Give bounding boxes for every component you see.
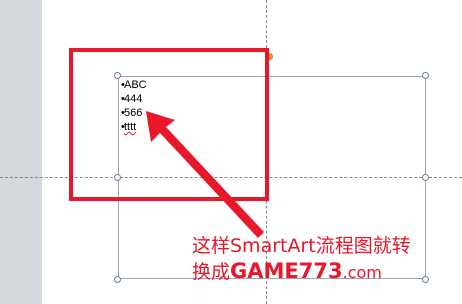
annotation-caption: 这样SmartArt流程图就转 换成GAME773.com — [192, 234, 462, 285]
watermark-domain: .com — [342, 263, 382, 282]
caption-line-1: 这样SmartArt流程图就转 — [192, 235, 411, 257]
caption-line-2: 换成GAME773.com — [192, 259, 462, 285]
watermark-brand: GAME773 — [230, 259, 343, 283]
caption-prefix: 换成 — [192, 261, 231, 283]
